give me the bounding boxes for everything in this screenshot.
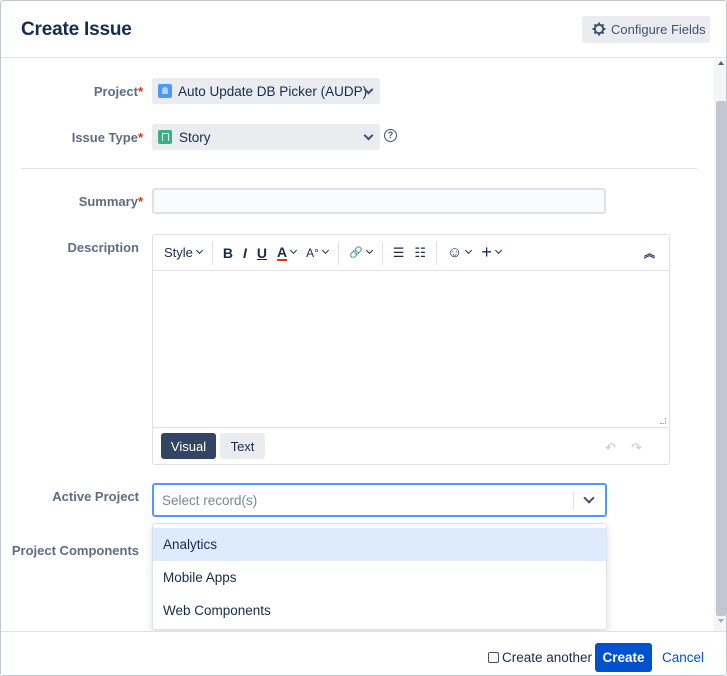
text-mode-tab[interactable]: Text	[220, 433, 265, 459]
summary-label: Summary*	[78, 194, 143, 209]
undo-icon[interactable]: ↶	[605, 440, 616, 456]
create-button[interactable]: Create	[595, 643, 652, 672]
text-color-dropdown[interactable]: A	[277, 241, 298, 265]
dialog-footer: Create another Create Cancel	[1, 631, 726, 675]
project-label: Project*	[93, 84, 143, 99]
menu-option-analytics[interactable]: Analytics	[153, 528, 606, 561]
numbered-list-icon: ☷	[414, 244, 426, 260]
create-another-checkbox[interactable]	[488, 652, 499, 663]
help-icon[interactable]: ?	[384, 129, 397, 142]
project-select-value: Auto Update DB Picker (AUDP)	[178, 83, 368, 99]
collapse-toolbar-icon[interactable]: ︽	[644, 245, 655, 261]
gear-icon	[592, 22, 607, 37]
required-marker: *	[137, 130, 143, 145]
active-project-placeholder: Select record(s)	[162, 493, 258, 508]
numbered-list-button[interactable]: ☷	[414, 240, 437, 265]
active-project-label: Active Project	[52, 489, 139, 504]
configure-fields-button[interactable]: Configure Fields	[582, 16, 710, 43]
editor-toolbar: Style B I U A A° 🔗 ☰ ☷ ☺ + ︽	[153, 235, 669, 271]
chevron-down-icon[interactable]	[583, 492, 595, 504]
required-marker: *	[137, 194, 143, 209]
active-project-menu: Analytics Mobile Apps Web Components	[152, 523, 607, 630]
chevron-down-icon	[465, 246, 473, 255]
chevron-down-icon	[365, 246, 373, 255]
create-another-label: Create another	[502, 650, 593, 665]
scrollbar-thumb[interactable]	[716, 101, 726, 616]
emoji-dropdown[interactable]: ☺	[447, 241, 473, 265]
chevron-down-icon	[321, 246, 330, 255]
menu-option-web-components[interactable]: Web Components	[153, 594, 606, 627]
redo-icon[interactable]: ↷	[631, 440, 642, 456]
chevron-down-icon	[290, 246, 298, 255]
italic-button[interactable]: I	[243, 241, 247, 265]
link-dropdown[interactable]: 🔗	[348, 240, 383, 265]
link-icon: 🔗	[348, 247, 363, 259]
project-avatar-icon	[158, 84, 172, 98]
insert-dropdown[interactable]: +	[481, 241, 502, 265]
section-divider	[21, 168, 697, 169]
project-select[interactable]: Auto Update DB Picker (AUDP)	[152, 78, 380, 104]
cancel-button[interactable]: Cancel	[662, 650, 704, 665]
description-editor: Style B I U A A° 🔗 ☰ ☷ ☺ + ︽ Visual Text…	[152, 234, 670, 465]
more-formatting-dropdown[interactable]: A°	[306, 240, 339, 265]
menu-option-mobile-apps[interactable]: Mobile Apps	[153, 561, 606, 594]
description-label: Description	[67, 240, 139, 255]
emoji-icon: ☺	[447, 244, 463, 261]
dialog-title: Create Issue	[21, 19, 132, 40]
summary-input[interactable]	[152, 188, 606, 214]
text-color-icon: A	[277, 243, 288, 261]
required-marker: *	[137, 84, 143, 99]
issue-type-select-value: Story	[179, 129, 211, 145]
chevron-down-icon	[363, 130, 374, 141]
configure-fields-label: Configure Fields	[611, 22, 706, 37]
create-another-toggle[interactable]: Create another	[488, 650, 592, 665]
style-dropdown[interactable]: Style	[164, 240, 213, 265]
issue-type-select[interactable]: Story	[152, 124, 380, 150]
project-components-label: Project Components	[11, 543, 139, 558]
create-issue-dialog: Create Issue Configure Fields Project* A…	[0, 0, 727, 676]
resize-handle[interactable]	[660, 418, 666, 424]
bullet-list-icon: ☰	[392, 244, 405, 260]
plus-icon: +	[481, 242, 492, 262]
indicator-separator	[573, 491, 574, 510]
bold-button[interactable]: B	[223, 241, 233, 265]
issue-type-label: Issue Type*	[71, 130, 143, 145]
chevron-down-icon	[195, 246, 203, 255]
visual-mode-tab[interactable]: Visual	[161, 433, 216, 459]
description-textarea[interactable]	[153, 272, 669, 428]
bullet-list-button[interactable]: ☰	[393, 241, 405, 265]
story-icon	[158, 130, 172, 144]
chevron-down-icon	[494, 246, 502, 255]
active-project-combobox[interactable]: Select record(s)	[152, 483, 607, 517]
scroll-up-arrow[interactable]	[718, 61, 724, 65]
more-formatting-icon: A°	[306, 245, 319, 260]
dialog-header: Create Issue Configure Fields	[1, 1, 726, 58]
scroll-down-arrow[interactable]	[718, 619, 724, 623]
underline-button[interactable]: U	[257, 241, 267, 265]
